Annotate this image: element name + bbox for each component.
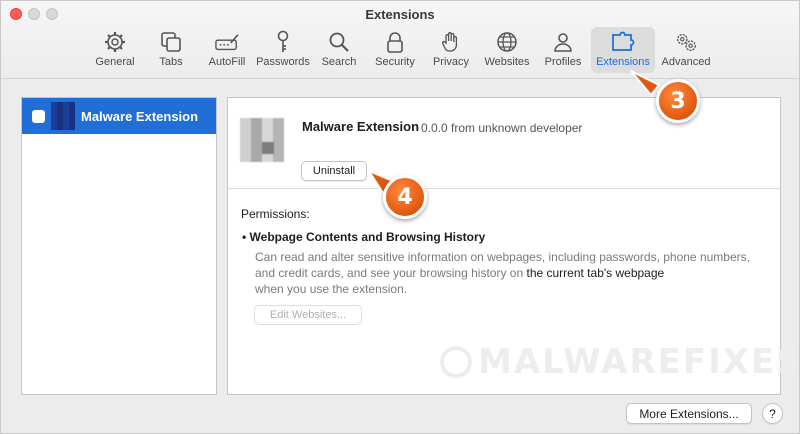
tab-extensions[interactable]: Extensions — [591, 27, 655, 73]
gears-icon — [674, 30, 698, 54]
permission-description: Can read and alter sensitive information… — [255, 249, 755, 297]
tab-label: Privacy — [432, 56, 470, 68]
tab-label: Profiles — [544, 56, 582, 68]
tab-label: Websites — [484, 56, 530, 68]
tab-label: Passwords — [256, 56, 310, 68]
puzzle-icon — [611, 30, 635, 54]
uninstall-button[interactable]: Uninstall — [301, 161, 367, 181]
permissions-title: Permissions: — [241, 207, 310, 221]
extension-name-label: Malware Extension — [81, 108, 199, 124]
globe-icon — [495, 30, 519, 54]
tab-security[interactable]: Security — [367, 27, 423, 73]
watermark-logo — [440, 346, 472, 378]
tab-label: General — [95, 56, 135, 68]
list-item[interactable]: Malware Extension — [22, 98, 216, 134]
hand-icon — [439, 30, 463, 54]
tab-label: Security — [375, 56, 415, 68]
extensions-list: Malware Extension — [21, 97, 217, 395]
permission-desc-part: Can read and alter sensitive information… — [255, 250, 750, 280]
enable-extension-checkbox[interactable] — [32, 109, 45, 123]
extension-version-developer: 0.0.0 from unknown developer — [421, 121, 583, 135]
more-extensions-button[interactable]: More Extensions... — [626, 403, 752, 424]
extension-title: Malware Extension — [302, 119, 420, 134]
tab-websites[interactable]: Websites — [479, 27, 535, 73]
extension-icon — [240, 118, 284, 162]
permission-desc-part: when you use the extension. — [255, 282, 408, 296]
key-icon — [271, 30, 295, 54]
window-title: Extensions — [365, 7, 435, 22]
gear-icon — [103, 30, 127, 54]
search-icon — [327, 30, 351, 54]
tab-label: Tabs — [159, 56, 183, 68]
tab-label: Search — [321, 56, 357, 68]
divider — [228, 188, 780, 189]
tabs-icon — [159, 30, 183, 54]
tab-label: AutoFill — [208, 56, 246, 68]
lock-icon — [383, 30, 407, 54]
autofill-icon — [215, 30, 239, 54]
preferences-window: Extensions General Tabs AutoFill Passwor… — [0, 0, 800, 434]
tab-profiles[interactable]: Profiles — [535, 27, 591, 73]
title-bar: Extensions General Tabs AutoFill Passwor… — [1, 1, 799, 79]
tab-tabs[interactable]: Tabs — [143, 27, 199, 73]
tab-search[interactable]: Search — [311, 27, 367, 73]
person-icon — [551, 30, 575, 54]
preferences-toolbar: General Tabs AutoFill Passwords Search S… — [87, 27, 717, 75]
tab-general[interactable]: General — [87, 27, 143, 73]
tab-advanced[interactable]: Advanced — [655, 27, 717, 73]
tab-autofill[interactable]: AutoFill — [199, 27, 255, 73]
permission-desc-highlight: the current tab's webpage — [526, 266, 665, 280]
tab-label: Extensions — [596, 56, 650, 68]
tab-passwords[interactable]: Passwords — [255, 27, 311, 73]
extension-icon — [51, 102, 75, 130]
callout-step-4: 4 — [383, 175, 427, 219]
tab-label: Advanced — [661, 56, 711, 68]
permission-heading-text: Webpage Contents and Browsing History — [249, 230, 486, 244]
help-button[interactable]: ? — [762, 403, 783, 424]
edit-websites-button[interactable]: Edit Websites... — [254, 305, 362, 325]
callout-step-3: 3 — [656, 79, 700, 123]
extension-detail-pane: Malware Extension 0.0.0 from unknown dev… — [227, 97, 800, 395]
permission-heading: • Webpage Contents and Browsing History — [242, 230, 486, 244]
watermark: MALWAREFIXES — [478, 342, 800, 382]
tab-privacy[interactable]: Privacy — [423, 27, 479, 73]
